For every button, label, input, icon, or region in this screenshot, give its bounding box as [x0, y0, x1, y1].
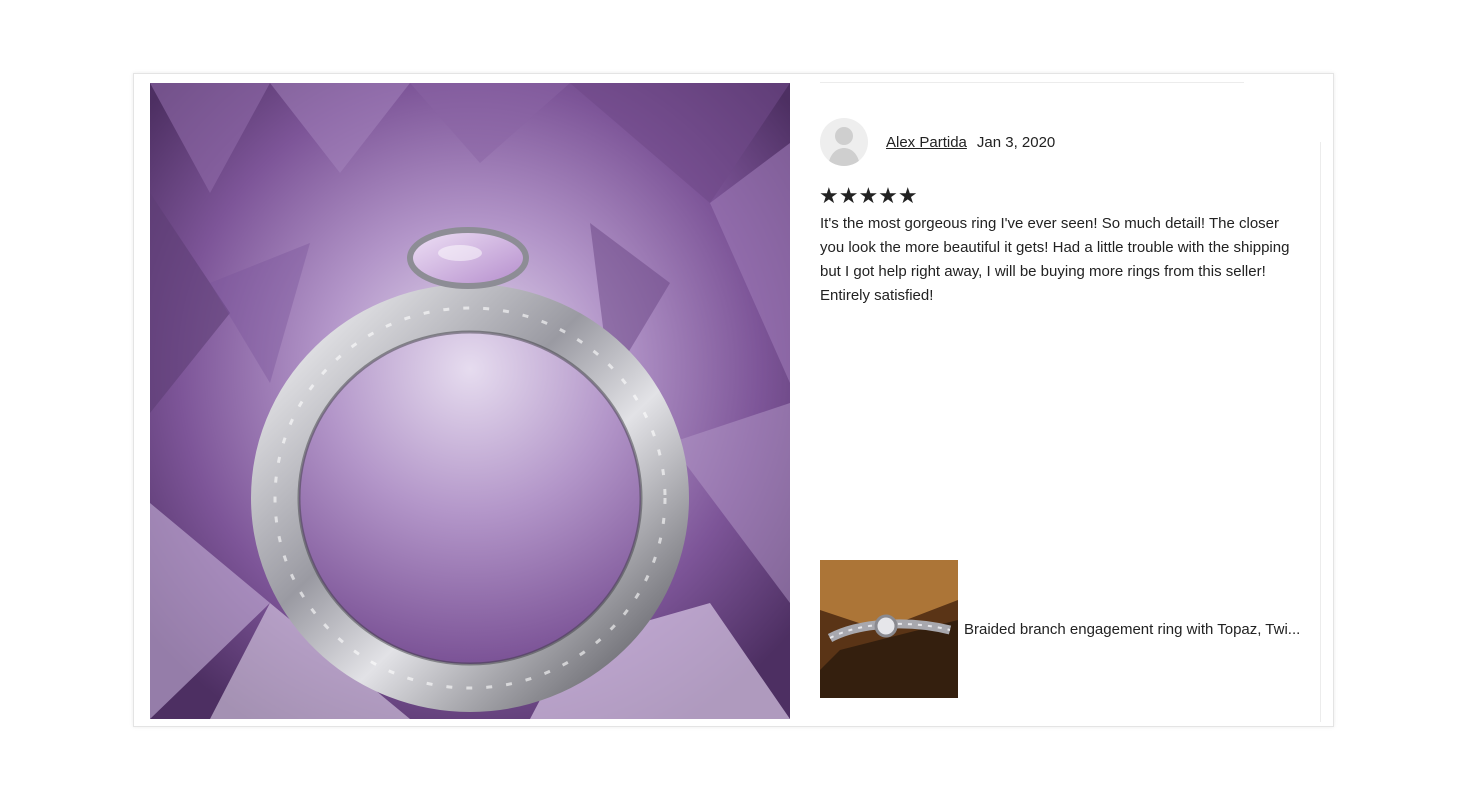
reviewer-info: Alex Partida Jan 3, 2020 — [820, 118, 1055, 166]
reviewer-name-link[interactable]: Alex Partida — [886, 134, 967, 151]
side-divider — [1320, 142, 1321, 722]
ring-photo-image — [150, 83, 790, 719]
top-divider — [820, 82, 1244, 83]
product-thumbnail-image — [820, 560, 958, 698]
product-title[interactable]: Braided branch engagement ring with Topa… — [964, 621, 1304, 638]
person-silhouette-icon — [828, 127, 860, 166]
review-text: It's the most gorgeous ring I've ever se… — [820, 215, 1290, 304]
product-thumbnail[interactable] — [820, 560, 958, 698]
review-date: Jan 3, 2020 — [976, 133, 1056, 151]
reviewed-product-link[interactable]: Braided branch engagement ring with Topa… — [820, 560, 1304, 698]
star-rating: ★★★★★ — [819, 183, 918, 208]
review-card: Alex Partida Jan 3, 2020 ★★★★★ It's the … — [133, 73, 1334, 727]
avatar[interactable] — [820, 118, 868, 166]
review-photo[interactable] — [150, 83, 790, 719]
